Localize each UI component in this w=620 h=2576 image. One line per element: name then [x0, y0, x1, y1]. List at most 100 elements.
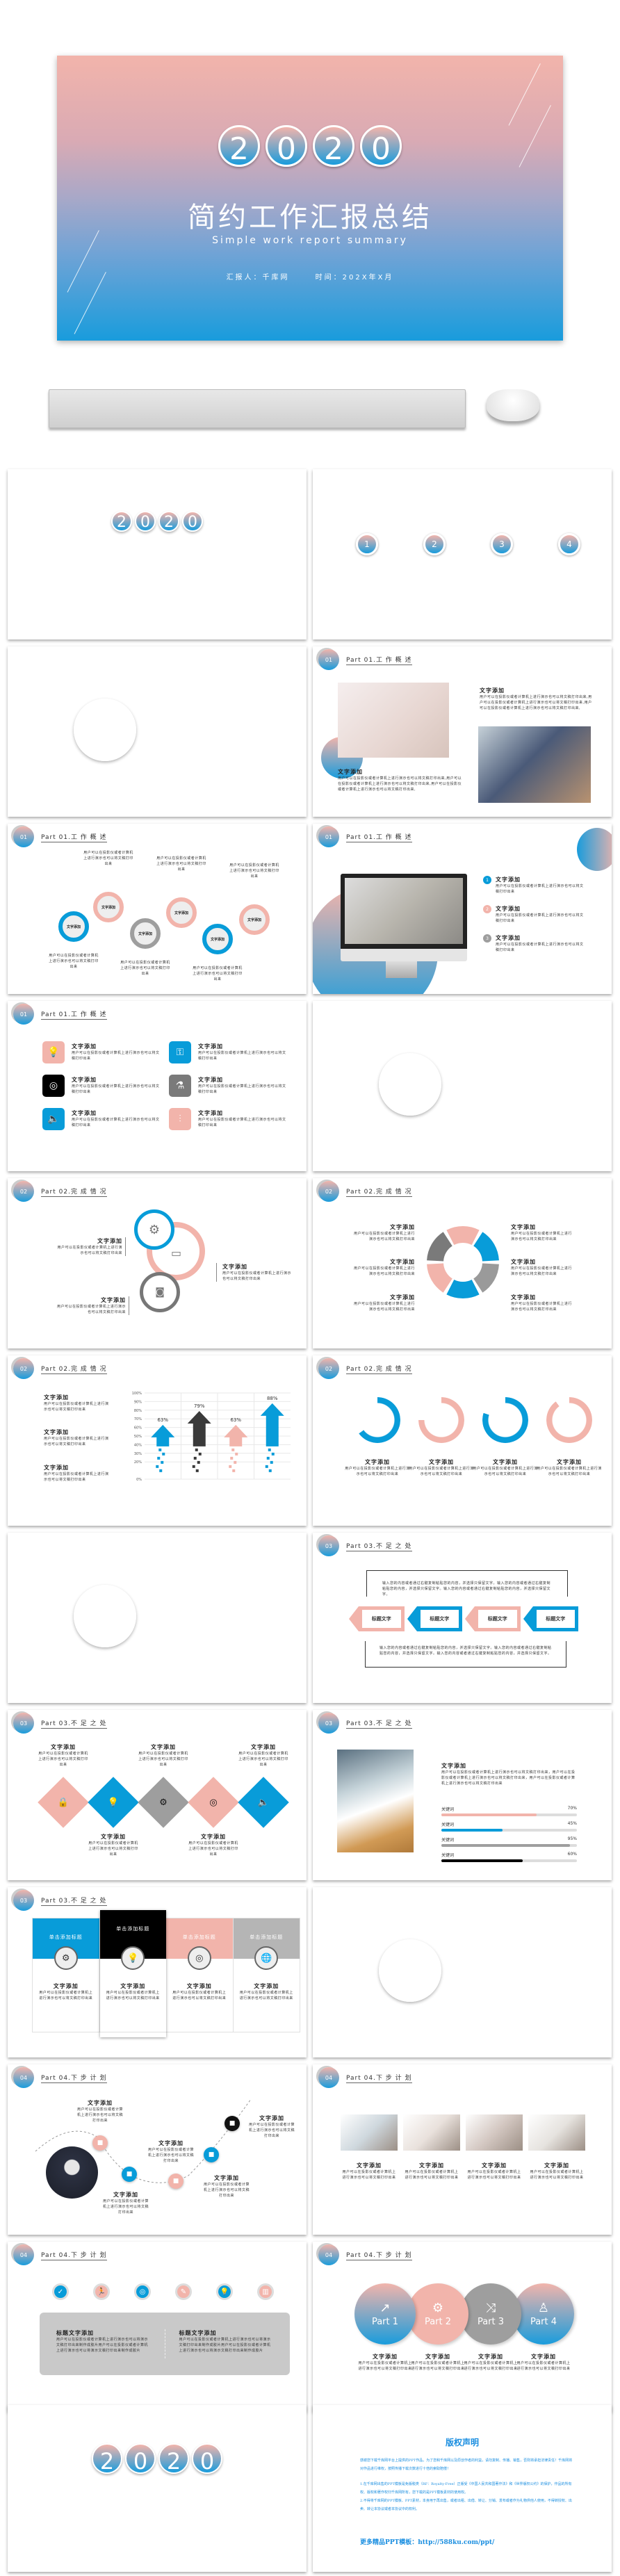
heading: 文字添加 — [158, 2140, 183, 2146]
keyboard-image — [49, 389, 466, 428]
text-block: 文字添加 用户可以在投影仪或者计算机上进行演示也可以将文稿打印出来 — [403, 2162, 460, 2180]
heading: 文字添加 — [496, 935, 521, 941]
body: 输入您的内容或者通过右键复制粘贴您的内容，并选择只保留文字。输入您的内容或者通过… — [382, 1581, 551, 1597]
arrow-bar — [187, 1411, 211, 1446]
gear-icon: ⚙ — [134, 1209, 174, 1250]
gear-icon: ⚙ — [159, 1797, 168, 1808]
text-block: 文字添加 用户可以在投影仪或者计算机上进行演示也可以将文稿打印出来 — [172, 1982, 227, 2001]
slide-ending[interactable]: 2 0 2 0 感谢观看,欢迎使用 Simple work report sum… — [8, 2405, 307, 2572]
toc-item-sub: 请添加文字信息 — [418, 588, 452, 592]
plan-part-circle[interactable]: ↗ Part 1 — [354, 2283, 416, 2345]
slide-part1-monitor[interactable]: 01 Part 01.工 作 概 述 1 文字添加 用户可以在投影仪或者计算机上进行演… — [313, 824, 612, 994]
toc-item-label[interactable]: 下步计划 — [543, 573, 597, 585]
slide-part2-arrow-chart[interactable]: 02 Part 02.完 成 情 况 文字添加 用户可以在投影仪或者计算机上进行演示… — [8, 1355, 307, 1526]
year-digit: 0 — [192, 2443, 222, 2474]
slide-section-one[interactable]: PART ONE 工作概述 — [8, 646, 307, 817]
arrow-particle — [162, 1452, 165, 1456]
title-card[interactable]: 单击添加标题 🌐 文字添加 用户可以在投影仪或者计算机上进行演示也可以将文稿打印出来 — [233, 1918, 300, 2032]
tag-label[interactable]: 标题文字 — [407, 1606, 462, 1631]
ending-subtitle: Simple work report summary — [93, 2509, 221, 2516]
toc-number-circle[interactable]: 3 — [491, 533, 513, 555]
slide-part4-icons-panel[interactable]: 04 Part 04.下 步 计 划 ✓ 🏃 ◎ ✎ 💡 ▥ 标题文字添加 用户可以在投影仪或… — [8, 2242, 307, 2412]
copyright-link[interactable]: 更多精品PPT模板：http://588ku.com/ppt/ — [360, 2537, 494, 2546]
body: 用户可以在投影仪或者计算机上进行演示也可以将文稿打印出来,用户可以在投影仪或者计… — [338, 776, 462, 792]
slide-section-four[interactable]: PART FOUR 下步计划 — [313, 1887, 612, 2057]
text-block: 文字添加 用户可以在投影仪或者计算机上进行演示也可以将文稿打印出来 — [187, 1833, 240, 1857]
progress-label-row: 关键词 70% — [441, 1806, 577, 1812]
toc-number-circle[interactable]: 2 — [423, 533, 446, 555]
progress-label: 关键词 — [441, 1823, 455, 1827]
toc-item-label[interactable]: 不足之处 — [475, 573, 530, 585]
y-tick-label: 30% — [134, 1452, 142, 1456]
progress-ring — [418, 1397, 464, 1443]
slide-part3-diamonds[interactable]: 03 Part 03.不 足 之 处 🔒 文字添加 用户可以在投影仪或者计算机上进行演… — [8, 1710, 307, 1880]
decor-line — [24, 2536, 47, 2572]
part-number: 02 — [318, 1181, 339, 1202]
heading: 文字添加 — [198, 1043, 223, 1050]
slide-part1-icons[interactable]: 01 Part 01.工 作 概 述 💡 文字添加 用户可以在投影仪或者计算机上进行演… — [8, 1001, 307, 1171]
slide-section-two[interactable]: PART TWO 完成情况 — [313, 1001, 612, 1171]
body: 用户可以在投影仪或者计算机上进行演示也可以将文稿打印出来 — [106, 1991, 160, 2000]
tag-label[interactable]: 标题文字 — [465, 1606, 521, 1631]
slide-part4-path[interactable]: 04 Part 04.下 步 计 划 ■ ■ ■ ■ ■ 文字添加 用户可以在投影仪或者计算机… — [8, 2064, 307, 2235]
toc-number-circle[interactable]: 1 — [356, 533, 378, 555]
heading: 文字添加 — [51, 1744, 76, 1750]
plan-part-circle[interactable]: ♙ Part 4 — [513, 2283, 574, 2345]
time: 时间：202X年X月 — [156, 589, 205, 594]
year-digit: 0 — [125, 2443, 156, 2474]
section-title: 工作概述 — [154, 724, 235, 744]
heading: 文字添加 — [72, 1043, 97, 1050]
heading: 文字添加 — [338, 769, 363, 775]
body: 用户可以在投影仪或者计算机上进行演示也可以将文稿打印出来 — [88, 1841, 138, 1857]
plan-part-circle[interactable]: ⚙ Part 2 — [407, 2283, 468, 2345]
body: 用户可以在投影仪或者计算机上进行演示也可以将文稿打印出来 — [198, 1051, 286, 1061]
progress-fill — [441, 1859, 523, 1862]
slide-part4-photos[interactable]: 04 Part 04.下 步 计 划 文字添加 用户可以在投影仪或者计算机上进行演示… — [313, 2064, 612, 2235]
progress-label-row: 关键词 95% — [441, 1836, 577, 1843]
slide-part3-flow[interactable]: 03 Part 03.不 足 之 处 输入您的内容或者通过右键复制粘贴您的内容，并… — [313, 1533, 612, 1703]
cover-hero-slide[interactable]: 2 0 2 0 简约工作汇报总结 Simple work report summ… — [57, 56, 563, 341]
disc-icon: ◎ — [187, 1946, 211, 1970]
slide-part2-rings[interactable]: 02 Part 02.完 成 情 况 文字添加 用户可以在投影仪或者计算机上进行演示… — [313, 1355, 612, 1526]
slide-part3-progress[interactable]: 03 Part 03.不 足 之 处 文字添加 用户可以在投影仪或者计算机上进行演示… — [313, 1710, 612, 1880]
copyright-para: 1.在千库网出售的PPT模板是免版税类（RF：Royalty-Free）正版受《… — [360, 2482, 572, 2495]
panel-col: 标题文字添加 用户可以在投影仪或者计算机上进行演示也可以将演示文稿打印出来制作成胶… — [165, 2329, 274, 2358]
slide-part2-wheel[interactable]: 02 Part 02.完 成 情 况 文字添加 用户可以在投影仪或者计算机上进行演示… — [313, 1178, 612, 1348]
slide-part1-photos[interactable]: 01 Part 01.工 作 概 述 文字添加 用户可以在投影仪或者计算机上进行演示… — [313, 646, 612, 817]
body: 用户可以在投影仪或者计算机上进行演示也可以将文稿打印出来 — [409, 1467, 474, 1476]
body: 用户可以在投影仪或者计算机上进行演示也可以将文稿打印出来,用户可以在投影仪或者计… — [480, 695, 592, 710]
text-block: 文字添加 用户可以在投影仪或者计算机上进行演示也可以将文稿打印出来 — [198, 1109, 288, 1128]
arrow-particle — [159, 1469, 163, 1472]
slide-part2-circles[interactable]: 02 Part 02.完 成 情 况 ⚙ ◙ ▭ 文字添加 用户可以在投影仪或者计算… — [8, 1178, 307, 1348]
slide-section-three[interactable]: PART THREE 不足之处 — [8, 1533, 307, 1703]
title-card[interactable]: 单击添加标题 ◎ 文字添加 用户可以在投影仪或者计算机上进行演示也可以将文稿打印出来 — [166, 1918, 234, 2032]
slide-copyright[interactable]: 版权声明 感谢您下载千库网平台上提供的PPT作品，为了您和千库网以及原创作者的利… — [313, 2405, 612, 2572]
plan-part-label: Part 2 — [424, 2317, 452, 2327]
plan-part-circle[interactable]: ⤨ Part 3 — [460, 2283, 521, 2345]
data-label: 63% — [230, 1417, 241, 1423]
slide-part1-timeline[interactable]: 01 Part 01.工 作 概 述 文字添加 用户可以在投影仪或者计算机上进行演示… — [8, 824, 307, 994]
tag-label[interactable]: 标题文字 — [349, 1606, 405, 1631]
body: 用户可以在投影仪或者计算机上进行演示也可以将文稿打印出来 — [511, 1232, 573, 1241]
body: 用户可以在投影仪或者计算机上进行演示也可以将文稿打印出来 — [198, 1084, 286, 1094]
tag-text: 标题文字 — [546, 1616, 566, 1622]
toc-item-label[interactable]: 完成情况 — [408, 573, 462, 585]
slide-cover-thumb[interactable]: 2 0 2 0 简约工作汇报总结 Simple work report summ… — [8, 469, 307, 639]
part-number: 01 — [318, 826, 339, 847]
title-card[interactable]: 单击添加标题 ⚙ 文字添加 用户可以在投影仪或者计算机上进行演示也可以将文稿打印出来 — [33, 1918, 100, 2032]
toc-number-circle[interactable]: 4 — [558, 533, 580, 555]
slide-part4-parts[interactable]: 04 Part 04.下 步 计 划 ↗ Part 1 文字添加 用户可以在投影仪或者计… — [313, 2242, 612, 2412]
slide-part3-cards[interactable]: 03 Part 03.不 足 之 处 单击添加标题 ⚙ 文字添加 用户可以在投影仪或者计… — [8, 1887, 307, 2057]
heading: 文字添加 — [97, 1238, 122, 1244]
timeline-node: 文字添加 — [202, 924, 233, 954]
toc-item-label[interactable]: 工作概述 — [341, 573, 395, 585]
heading: 文字添加 — [390, 1224, 415, 1230]
arrow-particle — [192, 1465, 195, 1468]
slide-toc[interactable]: 目录 CONTENT 1 工作概述 请添加文字信息 2 完成情况 请添加文字信息 3 不足之处… — [313, 469, 612, 639]
text-block: 文字添加 用户可以在投影仪或者计算机上进行演示也可以将文稿打印出来 — [511, 1258, 575, 1277]
title-card[interactable]: 单击添加标题 💡 文字添加 用户可以在投影仪或者计算机上进行演示也可以将文稿打印出来 — [99, 1910, 166, 2037]
part-number: 02 — [13, 1358, 34, 1379]
text-block: 文字添加 用户可以在投影仪或者计算机上进行演示也可以将文稿打印出来 — [198, 1043, 288, 1061]
timeline-node: 文字添加 — [130, 918, 161, 949]
tag-label[interactable]: 标题文字 — [523, 1606, 578, 1631]
